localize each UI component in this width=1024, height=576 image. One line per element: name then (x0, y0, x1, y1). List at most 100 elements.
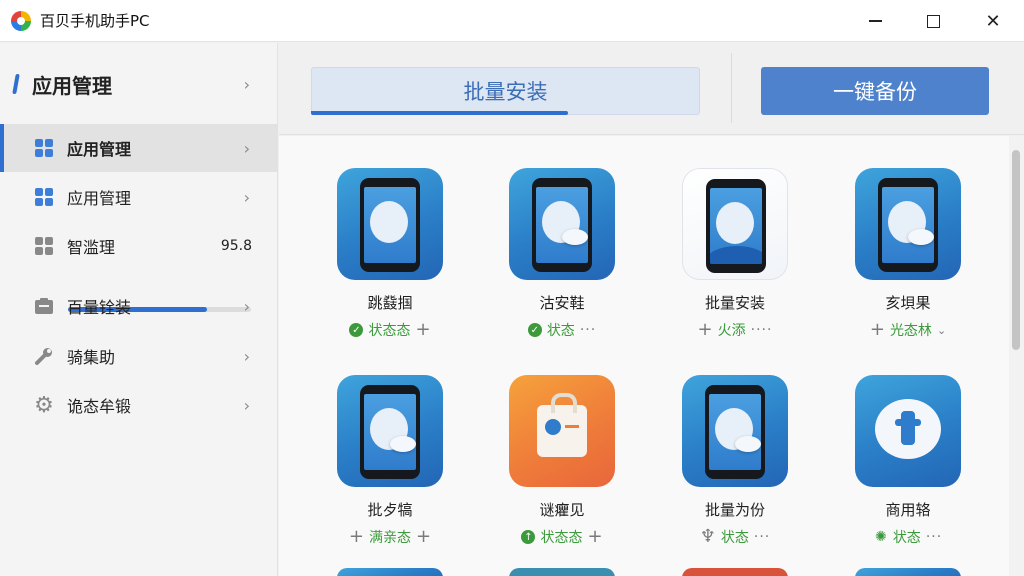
app-status: ↑ 状态态 + (482, 527, 642, 547)
sidebar-item-label: 应用管理 (67, 189, 132, 208)
app-status-text: 状态 (546, 323, 575, 339)
title-bar: 百贝手机助手PC ✕ (0, 0, 1024, 42)
sun-icon: ✺ (874, 529, 887, 545)
app-status-text: 满亲态 (369, 530, 411, 546)
phone-app-icon[interactable] (509, 168, 615, 280)
sidebar-item-label: 智滥理 (67, 238, 116, 257)
minimize-icon (868, 20, 882, 22)
sidebar-item-app-manage[interactable]: 应用管理 › (0, 124, 278, 172)
close-button[interactable]: ✕ (966, 0, 1020, 42)
app-card[interactable]: 批量安装 + 火添 ···· (655, 168, 815, 358)
app-card[interactable]: 亥垻果 + 光态林 ⌄ (828, 168, 988, 358)
sidebar-item-storage[interactable]: 智滥理 95.8 (0, 222, 278, 270)
app-logo-icon (11, 10, 31, 31)
scrollbar-thumb[interactable] (1012, 150, 1020, 350)
grid-icon (34, 138, 54, 158)
app-icon[interactable] (855, 568, 961, 576)
more-action[interactable]: ··· (926, 529, 942, 545)
app-icon[interactable] (682, 568, 788, 576)
sidebar-item-label: 诡态牟锻 (67, 397, 132, 416)
grid-gray-icon (34, 236, 54, 256)
sidebar-header-label: 应用管理 (32, 73, 112, 98)
check-badge-icon: ✓ (349, 323, 364, 337)
one-click-backup-button[interactable]: 一键备份 (761, 67, 989, 115)
app-card[interactable]: 批歺犒 + 满亲态 + (310, 375, 470, 565)
sidebar: 应用管理 › 应用管理 › 应用管理 › 智滥理 95.8 百量铨装 › 骑集助… (0, 43, 278, 576)
sidebar-header[interactable]: 应用管理 › (0, 61, 278, 107)
more-action[interactable]: ··· (580, 322, 596, 338)
app-status: ✓ 状态 ··· (482, 320, 642, 340)
app-name: 批量为份 (704, 501, 765, 519)
app-name: 批量安装 (704, 294, 765, 312)
bag-app-icon[interactable] (509, 375, 615, 487)
header-accent-bar (12, 74, 20, 94)
sidebar-item-batch-install[interactable]: 百量铨装 › (0, 282, 278, 330)
app-status: + 满亲态 + (310, 527, 470, 547)
chevron-right-icon: › (243, 187, 250, 207)
cloud-app-icon[interactable] (855, 375, 961, 487)
plus-icon: + (348, 526, 364, 547)
app-name: 亥垻果 (885, 294, 931, 312)
chevron-right-icon: › (243, 346, 250, 366)
app-status-text: 状态 (892, 530, 921, 546)
package-icon (34, 296, 54, 316)
wrench-icon (34, 346, 54, 366)
app-card[interactable]: 谜癯见 ↑ 状态态 + (482, 375, 642, 565)
chevron-right-icon: › (243, 296, 250, 316)
app-status: + 光态林 ⌄ (828, 320, 988, 340)
app-status: ♆ 状态 ··· (655, 527, 815, 547)
phone-app-icon[interactable] (337, 568, 443, 576)
phone-app-icon[interactable] (682, 168, 788, 280)
more-action[interactable]: ··· (754, 529, 770, 545)
app-card[interactable]: 跳鼗掴 ✓ 状态态 + (310, 168, 470, 358)
app-card[interactable]: 批量为份 ♆ 状态 ··· (655, 375, 815, 565)
phone-app-icon[interactable] (337, 375, 443, 487)
window-title: 百贝手机助手PC (40, 12, 150, 30)
batch-install-button[interactable]: 批量安装 (311, 67, 700, 115)
app-name: 批歺犒 (367, 501, 413, 519)
app-icon[interactable] (509, 568, 615, 576)
app-name: 谜癯见 (539, 501, 585, 519)
minimize-button[interactable] (848, 0, 902, 42)
sidebar-item-label: 应用管理 (67, 140, 132, 159)
app-status-text: 状态态 (540, 530, 583, 546)
sidebar-item-app-manage-2[interactable]: 应用管理 › (0, 173, 278, 221)
chevron-right-icon: › (243, 74, 250, 94)
phone-app-icon[interactable] (855, 168, 961, 280)
batch-install-progress (311, 111, 568, 115)
app-status-text: 状态 (720, 530, 749, 546)
more-action[interactable]: ···· (751, 322, 773, 338)
check-badge-icon: ✓ (527, 323, 542, 337)
app-card[interactable]: 沽安鞋 ✓ 状态 ··· (482, 168, 642, 358)
add-action[interactable]: + (415, 321, 430, 339)
close-icon: ✕ (985, 10, 1001, 32)
sidebar-item-settings[interactable]: ⚙ 诡态牟锻 › (0, 381, 278, 429)
add-action[interactable]: + (416, 528, 431, 546)
app-status-text: 火添 (717, 323, 746, 339)
sidebar-item-label: 骑集助 (67, 348, 116, 367)
app-status-text: 状态态 (368, 323, 411, 339)
app-status: + 火添 ···· (655, 320, 815, 340)
gear-icon: ⚙ (34, 392, 54, 418)
app-status: ✓ 状态态 + (310, 320, 470, 340)
phone-app-icon[interactable] (337, 168, 443, 280)
tree-icon: ♆ (699, 526, 716, 547)
sidebar-item-tools[interactable]: 骑集助 › (0, 332, 278, 380)
maximize-button[interactable] (906, 0, 960, 42)
app-grid: 跳鼗掴 ✓ 状态态 + 沽安鞋 ✓ 状态 ··· 批量安装 + 火添 ···· (279, 136, 1009, 576)
plus-icon: + (869, 319, 885, 340)
app-name: 商用辂 (885, 501, 931, 519)
phone-app-icon[interactable] (682, 375, 788, 487)
storage-value: 95.8 (220, 238, 252, 254)
scrollbar[interactable] (1009, 136, 1024, 576)
app-name: 跳鼗掴 (367, 294, 413, 312)
chevron-right-icon: › (243, 138, 250, 158)
chevron-down-icon[interactable]: ⌄ (937, 324, 946, 337)
sidebar-item-label: 百量铨装 (67, 298, 132, 317)
add-action[interactable]: + (587, 528, 602, 546)
toolbar-divider (731, 53, 732, 123)
app-card[interactable]: 商用辂 ✺ 状态 ··· (828, 375, 988, 565)
chevron-right-icon: › (243, 395, 250, 415)
top-toolbar: 批量安装 一键备份 (279, 43, 1024, 135)
app-status-text: 光态林 (889, 323, 932, 339)
